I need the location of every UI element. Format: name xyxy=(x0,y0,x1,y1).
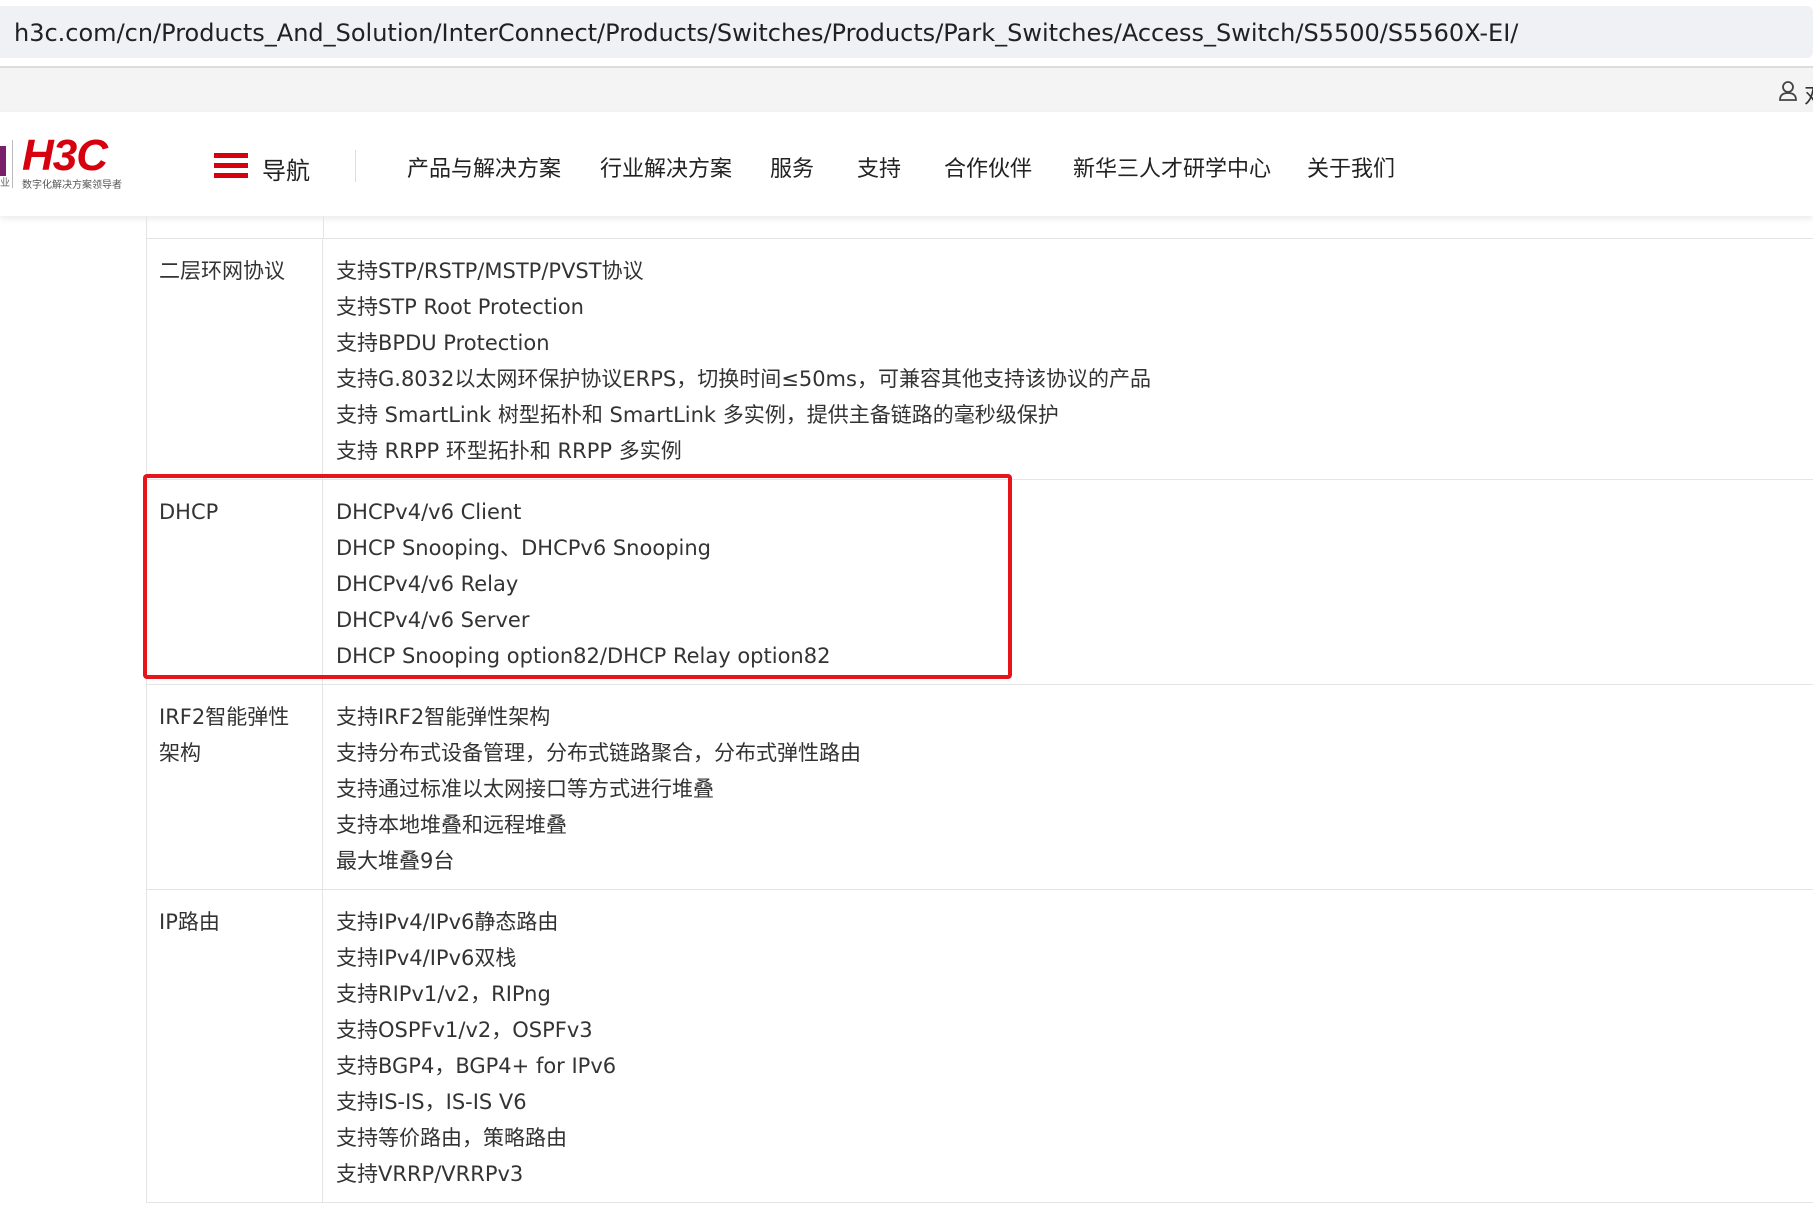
table-row: IRF2智能弹性架构 支持IRF2智能弹性架构 支持分布式设备管理，分布式链路聚… xyxy=(146,685,1813,890)
nav-item-service[interactable]: 服务 xyxy=(770,151,814,183)
row-value: 支持IPv4/IPv6静态路由 xyxy=(336,910,559,934)
url-text: h3c.com/cn/Products_And_Solution/InterCo… xyxy=(14,19,1519,47)
nav-item-products[interactable]: 产品与解决方案 xyxy=(407,151,561,183)
row-value: 最大堆叠9台 xyxy=(336,849,455,873)
row-values: DHCPv4/v6 Client DHCP Snooping、DHCPv6 Sn… xyxy=(324,480,1813,698)
nav-item-industry[interactable]: 行业解决方案 xyxy=(600,151,732,183)
nav-item-talent-center[interactable]: 新华三人才研学中心 xyxy=(1073,151,1271,183)
row-label: 二层环网协议 xyxy=(147,239,323,479)
row-value: 支持分布式设备管理，分布式链路聚合，分布式弹性路由 xyxy=(336,741,861,765)
row-label: DHCP xyxy=(147,480,323,684)
row-value: 支持RIPv1/v2，RIPng xyxy=(336,982,551,1006)
row-values: 支持IRF2智能弹性架构 支持分布式设备管理，分布式链路聚合，分布式弹性路由 支… xyxy=(324,685,1813,903)
nav-item-about[interactable]: 关于我们 xyxy=(1307,151,1395,183)
nav-item-partners[interactable]: 合作伙伴 xyxy=(944,151,1032,183)
logo-divider xyxy=(12,140,13,188)
row-value: 支持IPv4/IPv6双栈 xyxy=(336,946,517,970)
row-value: 支持G.8032以太网环保护协议ERPS，切换时间≤50ms，可兼容其他支持该协… xyxy=(336,367,1151,391)
url-field[interactable]: h3c.com/cn/Products_And_Solution/InterCo… xyxy=(0,6,1813,58)
table-row: 二层环网协议 支持STP/RSTP/MSTP/PVST协议 支持STP Root… xyxy=(146,239,1813,480)
row-value: 支持VRRP/VRRPv3 xyxy=(336,1162,524,1186)
row-values: 支持IPv4/IPv6静态路由 支持IPv4/IPv6双栈 支持RIPv1/v2… xyxy=(324,890,1813,1216)
utility-login-text[interactable]: 对 xyxy=(1804,78,1813,110)
table-row: IP路由 支持IPv4/IPv6静态路由 支持IPv4/IPv6双栈 支持RIP… xyxy=(146,890,1813,1203)
table-row-previous xyxy=(146,216,1813,239)
row-value: 支持IS-IS，IS-IS V6 xyxy=(336,1090,527,1114)
row-value: DHCPv4/v6 Server xyxy=(336,608,530,632)
row-value: DHCPv4/v6 Client xyxy=(336,500,522,524)
table-row: DHCP DHCPv4/v6 Client DHCP Snooping、DHCP… xyxy=(146,480,1813,685)
user-icon[interactable] xyxy=(1778,80,1798,102)
row-value: 支持STP/RSTP/MSTP/PVST协议 xyxy=(336,259,644,283)
row-value: 支持本地堆叠和远程堆叠 xyxy=(336,813,567,837)
utility-strip xyxy=(0,68,1813,112)
row-values: 支持STP/RSTP/MSTP/PVST协议 支持STP Root Protec… xyxy=(324,239,1813,493)
partner-logo-fragment xyxy=(0,146,6,176)
row-value: DHCP Snooping option82/DHCP Relay option… xyxy=(336,644,831,668)
nav-menu-label[interactable]: 导航 xyxy=(262,151,310,186)
row-value: DHCPv4/v6 Relay xyxy=(336,572,519,596)
hamburger-menu-icon[interactable] xyxy=(214,153,248,179)
row-value: 支持OSPFv1/v2，OSPFv3 xyxy=(336,1018,593,1042)
row-value: 支持IRF2智能弹性架构 xyxy=(336,705,551,729)
row-value: 支持等价路由，策略路由 xyxy=(336,1126,567,1150)
row-value: 支持 SmartLink 树型拓朴和 SmartLink 多实例，提供主备链路的… xyxy=(336,403,1059,427)
row-value: DHCP Snooping、DHCPv6 Snooping xyxy=(336,536,711,560)
row-value: 支持BGP4，BGP4+ for IPv6 xyxy=(336,1054,617,1078)
browser-address-bar: h3c.com/cn/Products_And_Solution/InterCo… xyxy=(0,0,1813,66)
h3c-logo[interactable]: H3C xyxy=(22,134,108,178)
row-label: IRF2智能弹性架构 xyxy=(147,685,323,889)
partner-logo-text: 业 xyxy=(0,178,10,189)
row-value: 支持BPDU Protection xyxy=(336,331,550,355)
nav-separator xyxy=(355,150,356,182)
row-value: 支持通过标准以太网接口等方式进行堆叠 xyxy=(336,777,714,801)
nav-item-support[interactable]: 支持 xyxy=(857,151,901,183)
logo-tagline: 数字化解决方案领导者 xyxy=(22,180,122,191)
row-value: 支持STP Root Protection xyxy=(336,295,584,319)
row-value: 支持 RRPP 环型拓扑和 RRPP 多实例 xyxy=(336,439,682,463)
row-label: IP路由 xyxy=(147,890,323,1202)
